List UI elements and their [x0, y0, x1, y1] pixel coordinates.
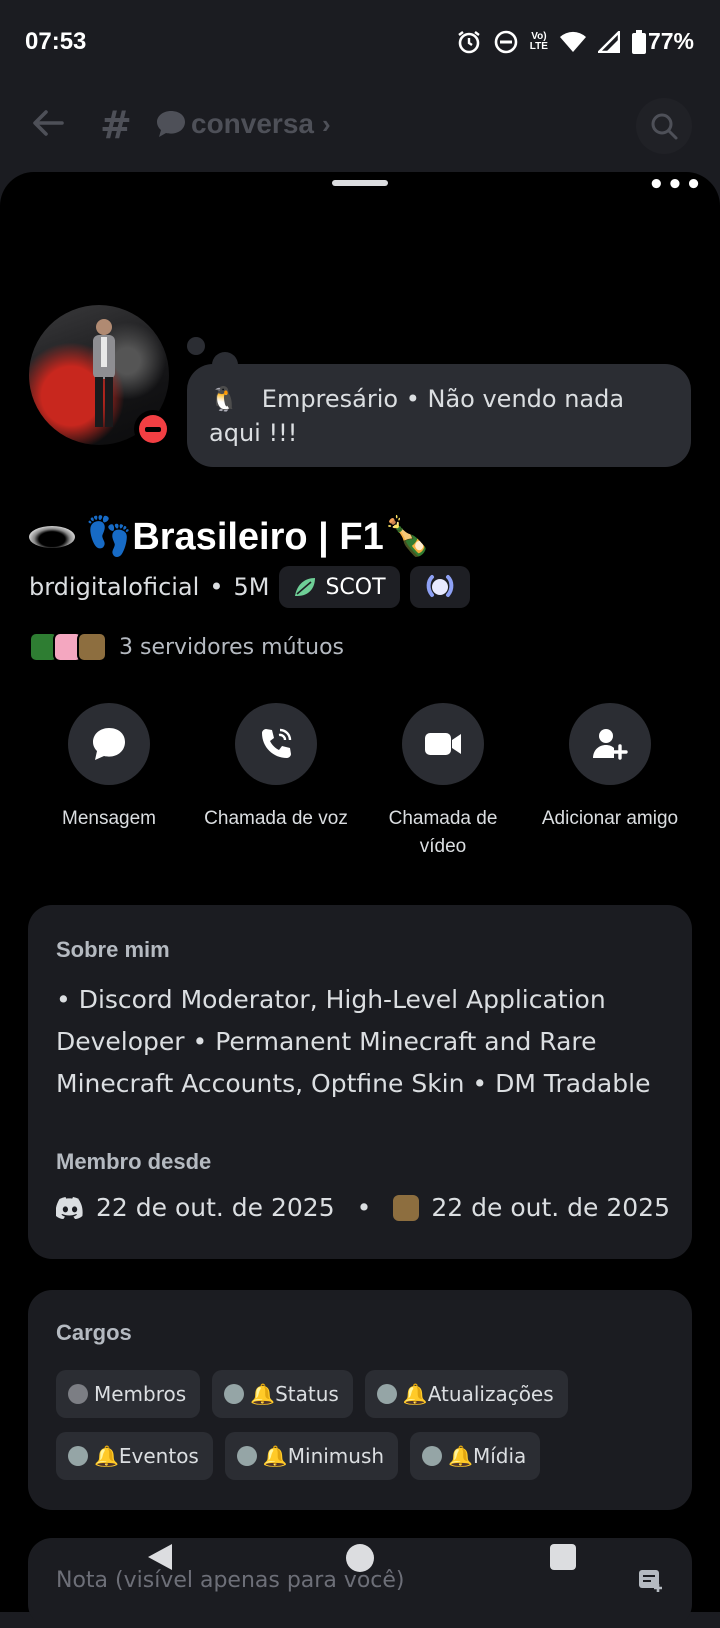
username-extra: 5M [233, 573, 270, 601]
channel-title[interactable]: conversa › [155, 108, 331, 140]
video-call-button[interactable]: Chamada de vídeo [363, 703, 523, 861]
clan-tag-chip[interactable]: SCOT [279, 566, 400, 608]
member-since-heading: Membro desde [56, 1149, 212, 1174]
status-bar: 07:53 Vo) LTE 77% [0, 0, 720, 88]
role-label: Membros [94, 1382, 187, 1406]
server-icon [77, 632, 107, 662]
role-color-dot [236, 1446, 257, 1466]
discord-join-date: 22 de out. de 2025 [96, 1193, 335, 1222]
mutual-servers-label: 3 servidores mútuos [119, 634, 345, 660]
wifi-icon [559, 31, 586, 52]
message-icon [93, 728, 125, 760]
status-time: 07:53 [25, 28, 87, 55]
role-color-dot [68, 1384, 88, 1404]
custom-status-text: Empresário • Não vendo nada aqui !!! [209, 385, 625, 447]
role-chip[interactable]: 🔔Eventos [56, 1432, 213, 1480]
leaf-icon [295, 578, 316, 596]
about-me-heading: Sobre mim [56, 937, 170, 962]
role-color-dot [422, 1446, 443, 1466]
mutual-server-icons [29, 632, 107, 662]
bubble-tail-small [187, 337, 205, 355]
laurel-badge-icon [426, 575, 453, 597]
custom-status-bubble[interactable]: 🐧 Empresário • Não vendo nada aqui !!! [187, 364, 691, 467]
role-chip[interactable]: 🔔Status [212, 1370, 353, 1418]
about-me-text: • Discord Moderator, High-Level Applicat… [56, 985, 651, 1098]
clan-tag-label: SCOT [325, 574, 386, 600]
search-icon [651, 113, 678, 140]
server-icon [393, 1194, 420, 1221]
role-chip[interactable]: 🔔Atualizações [364, 1370, 568, 1418]
role-chip[interactable]: Membros [56, 1370, 201, 1418]
dnd-status-badge [134, 410, 172, 448]
role-label: 🔔Mídia [448, 1444, 527, 1468]
message-button[interactable]: Mensagem [29, 703, 189, 833]
chevron-right-icon: › [321, 108, 331, 139]
video-call-label: Chamada de vídeo [388, 808, 498, 857]
more-options-icon[interactable]: ••• [648, 170, 704, 200]
speech-bubble-icon [157, 111, 185, 137]
sheet-drag-handle[interactable] [332, 180, 388, 186]
role-label: 🔔Atualizações [402, 1382, 554, 1406]
server-join-date: 22 de out. de 2025 [431, 1193, 670, 1222]
add-friend-icon [593, 729, 628, 760]
signal-icon [597, 30, 620, 53]
roles-heading: Cargos [56, 1320, 132, 1345]
username-row: brdigitaloficial • 5M SCOT [29, 566, 470, 608]
avatar-person-figure [93, 319, 115, 427]
add-friend-button[interactable]: Adicionar amigo [530, 703, 690, 833]
roles-card: Cargos Membros 🔔Status 🔔Atualizações 🔔Ev… [28, 1290, 692, 1510]
hash-icon: # [100, 103, 132, 147]
search-button[interactable] [636, 98, 692, 154]
channel-name: conversa [191, 108, 314, 139]
role-chip[interactable]: 🔔Minimush [224, 1432, 399, 1480]
role-label: 🔔Minimush [262, 1444, 385, 1468]
role-chip[interactable]: 🔔Mídia [410, 1432, 541, 1480]
battery-icon [631, 29, 646, 54]
volte-icon: Vo) LTE [529, 30, 548, 52]
oval-decoration-icon [29, 526, 75, 548]
display-name: 👣Brasileiro | F1🍾 [85, 516, 432, 558]
message-label: Mensagem [62, 808, 156, 829]
dnd-status-icon [494, 30, 518, 53]
video-icon [425, 733, 461, 755]
badge-chip[interactable] [409, 566, 470, 608]
nav-home-icon[interactable] [346, 1544, 374, 1572]
nav-back-icon[interactable] [146, 1542, 174, 1572]
voice-call-label: Chamada de voz [204, 808, 348, 829]
voice-call-button[interactable]: Chamada de voz [196, 703, 356, 833]
system-nav-bar [0, 1520, 720, 1600]
alarm-icon [458, 30, 480, 53]
back-arrow-icon[interactable] [30, 105, 66, 141]
mutual-servers[interactable]: 3 servidores mútuos [29, 632, 344, 662]
member-since-row: 22 de out. de 2025 • 22 de out. de 2025 [56, 1193, 670, 1222]
status-icons: Vo) LTE 77% [456, 28, 694, 55]
username[interactable]: brdigitaloficial [29, 573, 199, 601]
display-name-row: 👣Brasileiro | F1🍾 [29, 515, 431, 559]
about-me-card: Sobre mim • Discord Moderator, High-Leve… [28, 905, 692, 1259]
roles-list: Membros 🔔Status 🔔Atualizações 🔔Eventos 🔔… [56, 1370, 676, 1480]
add-friend-label: Adicionar amigo [541, 808, 679, 829]
penguin-emoji: 🐧 [209, 385, 239, 413]
role-color-dot [68, 1446, 88, 1466]
role-label: 🔔Status [250, 1382, 339, 1406]
battery-percent: 77% [647, 28, 694, 54]
date-separator: • [356, 1193, 372, 1222]
phone-icon [262, 728, 292, 758]
discord-logo-icon [56, 1196, 83, 1219]
role-label: 🔔Eventos [94, 1444, 199, 1468]
role-color-dot [376, 1384, 397, 1404]
role-color-dot [224, 1384, 245, 1404]
nav-recents-icon[interactable] [550, 1544, 576, 1570]
separator-dot: • [209, 573, 224, 601]
